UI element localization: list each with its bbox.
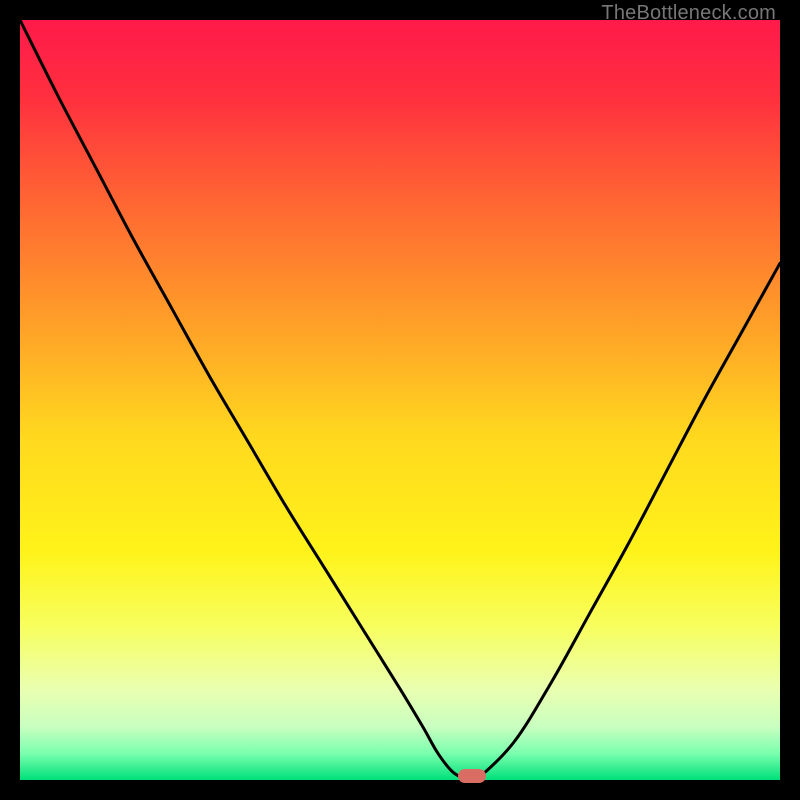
chart-frame [20, 20, 780, 780]
optimal-marker [458, 769, 486, 783]
bottleneck-chart [20, 20, 780, 780]
watermark-label: TheBottleneck.com [601, 2, 776, 25]
gradient-background [20, 20, 780, 780]
